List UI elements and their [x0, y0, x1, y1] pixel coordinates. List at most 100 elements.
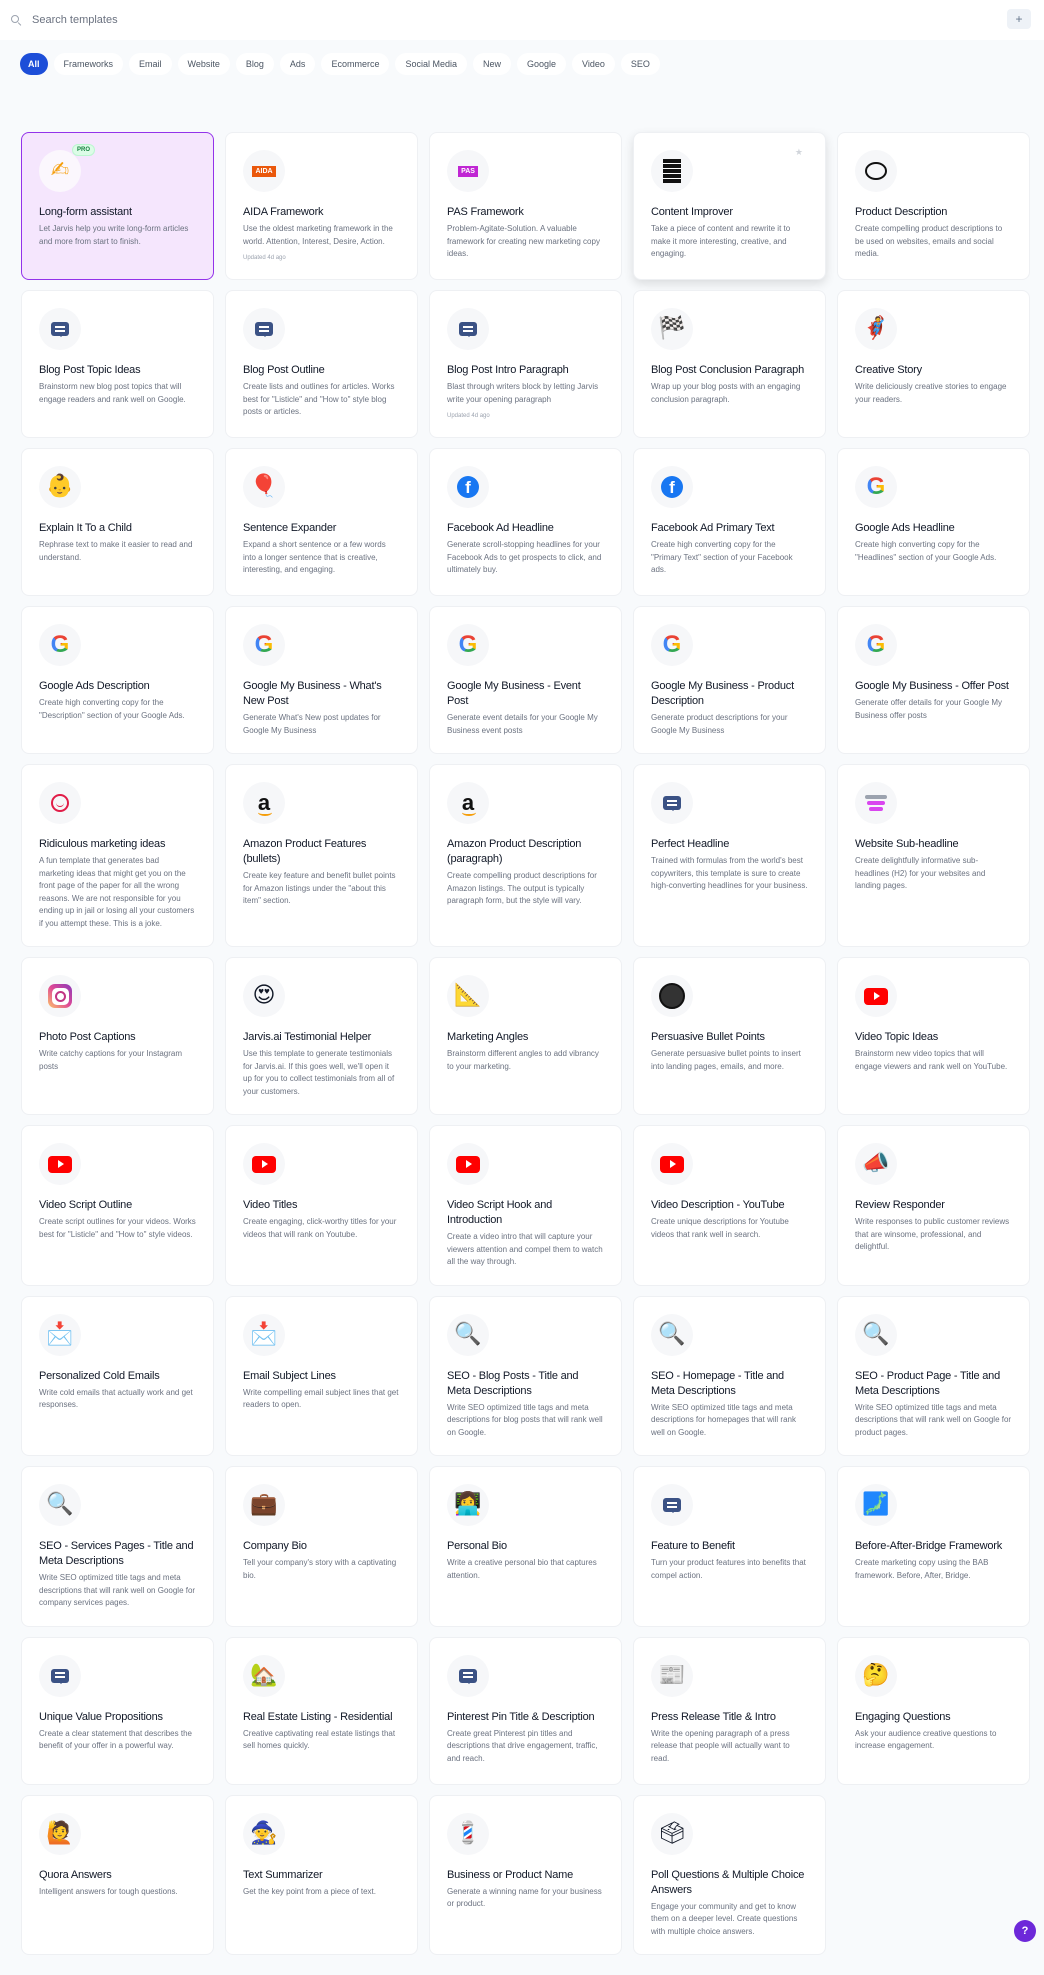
superhero-icon: 🦸 [862, 318, 889, 340]
filter-chip-ads[interactable]: Ads [280, 53, 316, 75]
filter-chip-video[interactable]: Video [572, 53, 615, 75]
template-card[interactable]: Video Topic IdeasBrainstorm new video to… [837, 957, 1030, 1115]
template-card[interactable]: 💈Business or Product NameGenerate a winn… [429, 1795, 622, 1956]
template-description: Write SEO optimized title tags and meta … [855, 1402, 1012, 1440]
template-card[interactable]: Persuasive Bullet PointsGenerate persuas… [633, 957, 826, 1115]
filter-chip-email[interactable]: Email [129, 53, 172, 75]
template-description: Generate offer details for your Google M… [855, 697, 1012, 722]
template-card[interactable]: ★Content ImproverTake a piece of content… [633, 132, 826, 280]
magnifier-icon: 🔍 [46, 1494, 73, 1516]
template-card[interactable]: fFacebook Ad Primary TextCreate high con… [633, 448, 826, 596]
template-card[interactable]: GGoogle My Business - Offer PostGenerate… [837, 606, 1030, 754]
pas-icon: PAS [458, 166, 478, 177]
template-card[interactable]: 🏁Blog Post Conclusion ParagraphWrap up y… [633, 290, 826, 438]
filter-chip-ecommerce[interactable]: Ecommerce [321, 53, 389, 75]
template-card[interactable]: 📰Press Release Title & IntroWrite the op… [633, 1637, 826, 1785]
template-card[interactable]: 🏡Real Estate Listing - ResidentialCreati… [225, 1637, 418, 1785]
template-title: Product Description [855, 205, 1012, 220]
filter-chip-frameworks[interactable]: Frameworks [54, 53, 124, 75]
add-template-button[interactable]: + [1007, 9, 1031, 29]
template-card[interactable]: Blog Post Intro ParagraphBlast through w… [429, 290, 622, 438]
technologist-icon: 👩‍💻 [454, 1494, 481, 1516]
template-card[interactable]: Blog Post Topic IdeasBrainstorm new blog… [21, 290, 214, 438]
filter-chip-seo[interactable]: SEO [621, 53, 660, 75]
google-icon: G [867, 473, 886, 501]
template-card[interactable]: fFacebook Ad HeadlineGenerate scroll-sto… [429, 448, 622, 596]
template-card[interactable]: ✍PROLong-form assistantLet Jarvis help y… [21, 132, 214, 280]
template-title: Amazon Product Features (bullets) [243, 837, 400, 867]
template-card[interactable]: 👩‍💻Personal BioWrite a creative personal… [429, 1466, 622, 1627]
template-card[interactable]: Ridiculous marketing ideasA fun template… [21, 764, 214, 947]
template-card[interactable]: 🗾Before-After-Bridge FrameworkCreate mar… [837, 1466, 1030, 1627]
template-title: Text Summarizer [243, 1868, 400, 1883]
template-card[interactable]: 🔍SEO - Blog Posts - Title and Meta Descr… [429, 1296, 622, 1457]
template-card[interactable]: aAmazon Product Description (paragraph)C… [429, 764, 622, 947]
template-card[interactable]: Video Description - YouTubeCreate unique… [633, 1125, 826, 1286]
envelope-icon: 📩 [46, 1324, 73, 1346]
filter-chip-website[interactable]: Website [178, 53, 230, 75]
filter-chip-social-media[interactable]: Social Media [395, 53, 467, 75]
favorite-star-icon[interactable]: ★ [795, 147, 803, 158]
template-description: A fun template that generates bad market… [39, 855, 196, 930]
template-card[interactable]: 🙋Quora AnswersIntelligent answers for to… [21, 1795, 214, 1956]
filter-chip-google[interactable]: Google [517, 53, 566, 75]
template-card[interactable]: PASPAS FrameworkProblem-Agitate-Solution… [429, 132, 622, 280]
template-card[interactable]: GGoogle Ads HeadlineCreate high converti… [837, 448, 1030, 596]
template-description: Create key feature and benefit bullet po… [243, 870, 400, 908]
template-card[interactable]: 💼Company BioTell your company's story wi… [225, 1466, 418, 1627]
template-card[interactable]: 🔍SEO - Product Page - Title and Meta Des… [837, 1296, 1030, 1457]
template-card[interactable]: Pinterest Pin Title & DescriptionCreate … [429, 1637, 622, 1785]
template-card[interactable]: 📐Marketing AnglesBrainstorm different an… [429, 957, 622, 1115]
template-card[interactable]: GGoogle My Business - Event PostGenerate… [429, 606, 622, 754]
template-card[interactable]: Video Script OutlineCreate script outlin… [21, 1125, 214, 1286]
template-description: Create high converting copy for the "Des… [39, 697, 196, 722]
template-card[interactable]: 🗳Poll Questions & Multiple Choice Answer… [633, 1795, 826, 1956]
template-title: Quora Answers [39, 1868, 196, 1883]
template-card[interactable]: Website Sub-headlineCreate delightfully … [837, 764, 1030, 947]
template-icon-container: 🔍 [39, 1484, 81, 1526]
template-description: Trained with formulas from the world's b… [651, 855, 808, 893]
template-icon-container: 🔍 [447, 1314, 489, 1356]
filter-chip-new[interactable]: New [473, 53, 511, 75]
template-card[interactable]: 👶Explain It To a ChildRephrase text to m… [21, 448, 214, 596]
template-card[interactable]: Product DescriptionCreate compelling pro… [837, 132, 1030, 280]
chat-bubble-icon [51, 322, 69, 336]
template-description: Write cold emails that actually work and… [39, 1387, 196, 1412]
search-input[interactable] [32, 14, 432, 26]
template-card[interactable]: GGoogle My Business - What's New PostGen… [225, 606, 418, 754]
template-card[interactable]: Video TitlesCreate engaging, click-worth… [225, 1125, 418, 1286]
filter-chip-blog[interactable]: Blog [236, 53, 274, 75]
template-card[interactable]: Photo Post CaptionsWrite catchy captions… [21, 957, 214, 1115]
template-card[interactable]: Blog Post OutlineCreate lists and outlin… [225, 290, 418, 438]
template-card[interactable]: 🎈Sentence ExpanderExpand a short sentenc… [225, 448, 418, 596]
filter-chip-all[interactable]: All [20, 53, 48, 75]
template-card[interactable]: GGoogle My Business - Product Descriptio… [633, 606, 826, 754]
template-card[interactable]: 📣Review ResponderWrite responses to publ… [837, 1125, 1030, 1286]
template-description: Take a piece of content and rewrite it t… [651, 223, 808, 261]
template-icon-container: 😍 [243, 975, 285, 1017]
template-card[interactable]: GGoogle Ads DescriptionCreate high conve… [21, 606, 214, 754]
balloon-icon: 🎈 [250, 476, 277, 498]
template-card[interactable]: 📩Personalized Cold EmailsWrite cold emai… [21, 1296, 214, 1457]
template-card[interactable]: aAmazon Product Features (bullets)Create… [225, 764, 418, 947]
template-card[interactable]: 🧙Text SummarizerGet the key point from a… [225, 1795, 418, 1956]
template-card[interactable]: Unique Value PropositionsCreate a clear … [21, 1637, 214, 1785]
checkered-flag-icon: 🏁 [658, 318, 685, 340]
help-button[interactable]: ? [1014, 1920, 1036, 1942]
template-card[interactable]: Perfect HeadlineTrained with formulas fr… [633, 764, 826, 947]
chat-bubble-icon [663, 796, 681, 810]
template-icon-container: f [651, 466, 693, 508]
template-description: Generate scroll-stopping headlines for y… [447, 539, 604, 577]
template-card[interactable]: AIDAAIDA FrameworkUse the oldest marketi… [225, 132, 418, 280]
template-card[interactable]: 😍Jarvis.ai Testimonial HelperUse this te… [225, 957, 418, 1115]
template-card[interactable]: 🦸Creative StoryWrite deliciously creativ… [837, 290, 1030, 438]
template-card[interactable]: 🤔Engaging QuestionsAsk your audience cre… [837, 1637, 1030, 1785]
template-title: Feature to Benefit [651, 1539, 808, 1554]
template-card[interactable]: 🔍SEO - Homepage - Title and Meta Descrip… [633, 1296, 826, 1457]
template-card[interactable]: 🔍SEO - Services Pages - Title and Meta D… [21, 1466, 214, 1627]
template-title: Company Bio [243, 1539, 400, 1554]
template-card[interactable]: Feature to BenefitTurn your product feat… [633, 1466, 826, 1627]
template-card[interactable]: 📩Email Subject LinesWrite compelling ema… [225, 1296, 418, 1457]
smiley-icon [51, 794, 69, 812]
template-card[interactable]: Video Script Hook and IntroductionCreate… [429, 1125, 622, 1286]
